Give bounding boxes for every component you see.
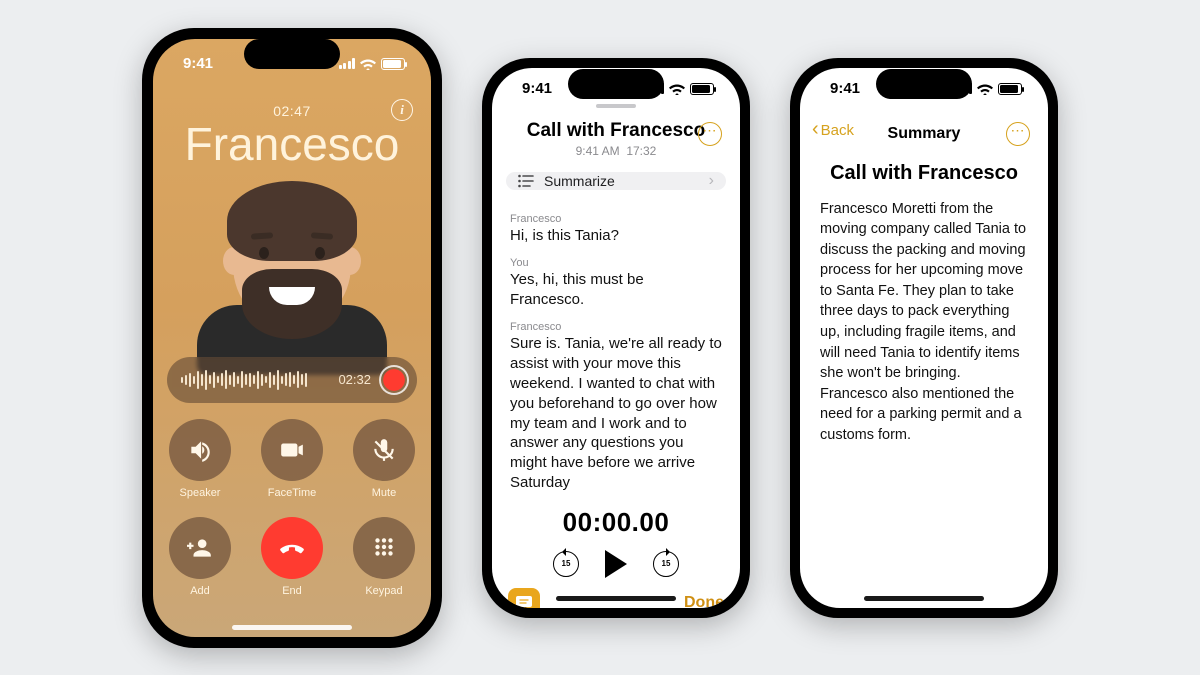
dynamic-island [244,39,340,69]
battery-icon [381,58,405,70]
battery-icon [690,83,714,95]
facetime-button[interactable] [261,419,323,481]
caller-name: Francesco [185,121,400,167]
transcript-toggle-button[interactable] [508,588,540,608]
phone-transcript-screen: 9:41 Call with Francesco 9:41 AM 17:32 ⋯ [482,58,750,618]
end-call-button[interactable] [261,517,323,579]
sheet-grabber[interactable] [596,104,636,108]
more-button[interactable]: ⋯ [698,122,722,146]
skip-forward-15-button[interactable] [653,551,679,577]
transcript-view[interactable]: FrancescoHi, is this Tania?YouYes, hi, t… [492,190,740,493]
speech-bubble-icon [515,595,533,608]
cellular-icon [339,58,356,69]
status-time: 9:41 [522,80,552,97]
info-button[interactable]: i [391,99,413,121]
speaker-button[interactable] [169,419,231,481]
call-duration: 02:47 [273,103,311,119]
mute-icon [371,437,397,463]
transcript-line: Yes, hi, this must be Francesco. [510,270,722,310]
status-time: 9:41 [830,80,860,97]
mute-label: Mute [372,487,396,499]
chevron-right-icon: › [709,172,714,190]
home-indicator[interactable] [232,625,352,630]
dynamic-island [568,69,664,99]
keypad-label: Keypad [365,585,402,597]
end-label: End [282,585,302,597]
keypad-icon [371,535,397,561]
transcript-speaker: Francesco [510,212,722,227]
wifi-icon [977,83,993,95]
play-button[interactable] [605,550,627,578]
home-indicator[interactable] [556,596,676,601]
phone-call-screen: 9:41 i 02:47 Francesco [142,28,442,648]
wifi-icon [360,58,376,70]
transcript-speaker: You [510,256,722,271]
back-button[interactable]: ‹ Back [812,122,854,139]
waveform-icon [181,369,330,391]
mute-button[interactable] [353,419,415,481]
playback-time: 00:00.00 [492,507,740,538]
skip-back-15-button[interactable] [553,551,579,577]
keypad-button[interactable] [353,517,415,579]
sheet-subtitle: 9:41 AM 17:32 [492,144,740,158]
hangup-icon [279,535,305,561]
speaker-icon [187,437,213,463]
home-indicator[interactable] [864,596,984,601]
add-label: Add [190,585,210,597]
record-button[interactable] [379,365,409,395]
add-call-button[interactable] [169,517,231,579]
more-button[interactable]: ⋯ [1006,122,1030,146]
audio-player: 00:00.00 [492,507,740,578]
dynamic-island [876,69,972,99]
transcript-speaker: Francesco [510,320,722,335]
phone-summary-screen: 9:41 ‹ Back Summary ⋯ Cal [790,58,1058,618]
facetime-label: FaceTime [268,487,317,499]
summarize-button[interactable]: Summarize › [506,172,726,190]
back-label: Back [821,122,854,139]
done-button[interactable]: Done [684,594,724,608]
transcript-line: Sure is. Tania, we're all ready to assis… [510,334,722,492]
wifi-icon [669,83,685,95]
speaker-label: Speaker [180,487,221,499]
transcript-line: Hi, is this Tania? [510,226,722,246]
summarize-icon [518,174,534,188]
summary-text: Francesco Moretti from the moving compan… [820,199,1028,446]
recording-pill[interactable]: 02:32 [167,357,417,403]
add-person-icon [187,535,213,561]
summarize-label: Summarize [544,173,615,189]
battery-icon [998,83,1022,95]
nav-title: Summary [888,125,961,143]
recording-time: 02:32 [338,372,371,387]
summary-heading: Call with Francesco [820,162,1028,185]
status-time: 9:41 [183,55,213,72]
contact-memoji [187,169,397,369]
video-icon [279,437,305,463]
